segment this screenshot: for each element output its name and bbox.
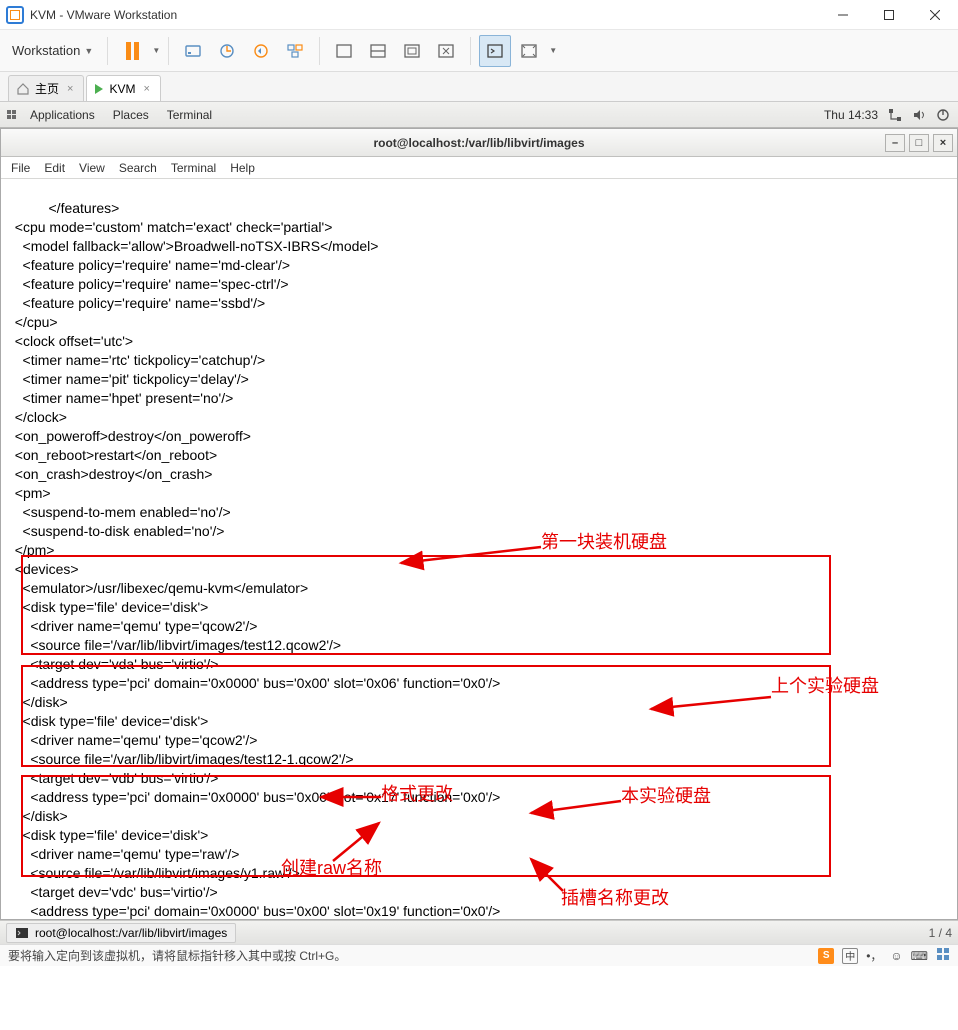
- terminal-menu[interactable]: Terminal: [167, 108, 212, 122]
- workspace-indicator[interactable]: 1 / 4: [929, 926, 952, 940]
- activities-icon[interactable]: [4, 108, 18, 122]
- vm-tabbar: 主页 × KVM ×: [0, 72, 958, 102]
- terminal-title: root@localhost:/var/lib/libvirt/images: [373, 136, 584, 150]
- terminal-menu-view[interactable]: View: [79, 161, 105, 175]
- pause-button[interactable]: [116, 35, 148, 67]
- tab-close-button[interactable]: ×: [65, 83, 75, 95]
- send-ctrl-alt-del-button[interactable]: [177, 35, 209, 67]
- separator: [470, 37, 471, 65]
- applications-menu[interactable]: Applications: [30, 108, 95, 122]
- chevron-down-icon[interactable]: ▼: [549, 46, 557, 55]
- pause-icon: [126, 42, 139, 60]
- tab-close-button[interactable]: ×: [141, 83, 151, 95]
- workstation-menu[interactable]: Workstation ▼: [6, 39, 99, 62]
- terminal-titlebar[interactable]: root@localhost:/var/lib/libvirt/images –…: [1, 129, 957, 157]
- separator: [107, 37, 108, 65]
- play-icon: [95, 84, 103, 94]
- ime-sogou-icon[interactable]: S: [818, 948, 834, 964]
- annotation-label-disk1: 第一块装机硬盘: [541, 533, 667, 551]
- terminal-maximize-button[interactable]: □: [909, 134, 929, 152]
- gnome-taskbar: root@localhost:/var/lib/libvirt/images 1…: [0, 920, 958, 944]
- separator: [168, 37, 169, 65]
- terminal-menu-search[interactable]: Search: [119, 161, 157, 175]
- ime-settings-icon[interactable]: [936, 947, 950, 964]
- tab-label: 主页: [35, 80, 59, 97]
- workstation-menu-label: Workstation: [12, 43, 80, 58]
- power-icon[interactable]: [936, 108, 950, 122]
- separator: [319, 37, 320, 65]
- taskbar-terminal-label: root@localhost:/var/lib/libvirt/images: [35, 926, 227, 940]
- terminal-body[interactable]: </features> <cpu mode='custom' match='ex…: [1, 179, 957, 919]
- window-minimize-button[interactable]: [820, 0, 866, 30]
- view-fit-button[interactable]: [396, 35, 428, 67]
- ime-punct-icon[interactable]: •，: [866, 947, 882, 964]
- terminal-menu-terminal[interactable]: Terminal: [171, 161, 216, 175]
- gnome-top-panel: Applications Places Terminal Thu 14:33: [0, 102, 958, 128]
- window-maximize-button[interactable]: [866, 0, 912, 30]
- ime-emoji-icon[interactable]: ☺: [890, 949, 902, 963]
- terminal-menubar: File Edit View Search Terminal Help: [1, 157, 957, 179]
- view-unity-button[interactable]: [430, 35, 462, 67]
- terminal-close-button[interactable]: ×: [933, 134, 953, 152]
- clock[interactable]: Thu 14:33: [824, 108, 878, 122]
- manage-snapshots-button[interactable]: [279, 35, 311, 67]
- annotation-label-slot: 插槽名称更改: [561, 889, 669, 907]
- console-view-button[interactable]: [479, 35, 511, 67]
- tab-label: KVM: [109, 82, 135, 96]
- home-icon: [17, 83, 29, 95]
- tab-home[interactable]: 主页 ×: [8, 75, 84, 101]
- terminal-icon: [15, 926, 29, 940]
- view-split-button[interactable]: [362, 35, 394, 67]
- terminal-menu-edit[interactable]: Edit: [44, 161, 65, 175]
- status-hint: 要将输入定向到该虚拟机，请将鼠标指针移入其中或按 Ctrl+G。: [8, 947, 346, 964]
- taskbar-terminal-button[interactable]: root@localhost:/var/lib/libvirt/images: [6, 923, 236, 943]
- terminal-minimize-button[interactable]: –: [885, 134, 905, 152]
- ime-chinese-icon[interactable]: 中: [842, 948, 858, 964]
- annotation-label-disk2: 上个实验硬盘: [771, 677, 879, 695]
- revert-button[interactable]: [245, 35, 277, 67]
- annotation-label-disk3: 本实验硬盘: [621, 787, 711, 805]
- volume-icon[interactable]: [912, 108, 926, 122]
- chevron-down-icon[interactable]: ▼: [152, 46, 160, 55]
- terminal-menu-file[interactable]: File: [11, 161, 30, 175]
- vmware-app-icon: [6, 6, 24, 24]
- terminal-menu-help[interactable]: Help: [230, 161, 255, 175]
- toolbar: Workstation ▼ ▼ ▼: [0, 30, 958, 72]
- vmware-statusbar: 要将输入定向到该虚拟机，请将鼠标指针移入其中或按 Ctrl+G。 S 中 •， …: [0, 944, 958, 966]
- window-close-button[interactable]: [912, 0, 958, 30]
- window-titlebar: KVM - VMware Workstation: [0, 0, 958, 30]
- ime-keyboard-icon[interactable]: ⌨: [911, 949, 928, 963]
- fullscreen-button[interactable]: [513, 35, 545, 67]
- chevron-down-icon: ▼: [84, 46, 93, 56]
- view-single-button[interactable]: [328, 35, 360, 67]
- network-icon[interactable]: [888, 108, 902, 122]
- tab-kvm[interactable]: KVM ×: [86, 75, 160, 101]
- snapshot-button[interactable]: [211, 35, 243, 67]
- terminal-window: root@localhost:/var/lib/libvirt/images –…: [0, 128, 958, 920]
- places-menu[interactable]: Places: [113, 108, 149, 122]
- terminal-content: </features> <cpu mode='custom' match='ex…: [7, 200, 500, 919]
- window-title: KVM - VMware Workstation: [30, 8, 820, 22]
